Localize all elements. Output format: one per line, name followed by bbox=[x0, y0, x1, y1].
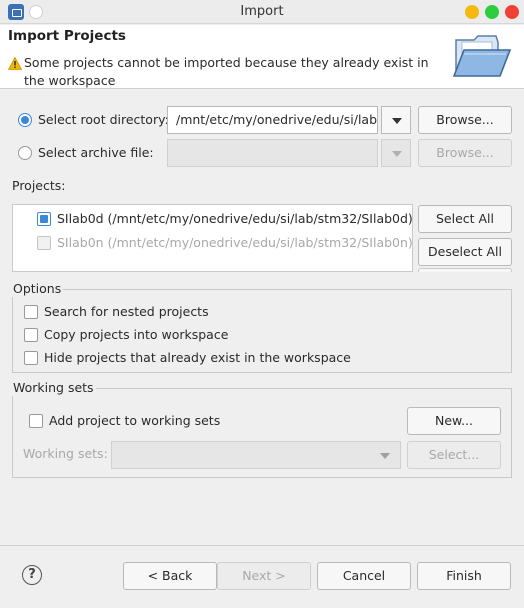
projects-list[interactable]: SIlab0d (/mnt/etc/my/onedrive/edu/si/lab… bbox=[12, 204, 413, 272]
archive-file-input[interactable] bbox=[167, 139, 378, 167]
window-title: Import bbox=[240, 4, 284, 19]
projects-label: Projects: bbox=[12, 178, 66, 193]
browse-root-button[interactable]: Browse... bbox=[418, 106, 512, 134]
add-to-working-sets-label[interactable]: Add project to working sets bbox=[49, 412, 220, 430]
warning-icon bbox=[8, 57, 22, 70]
working-sets-title: Working sets bbox=[11, 380, 96, 396]
root-directory-input[interactable]: /mnt/etc/my/onedrive/edu/si/lab bbox=[167, 106, 378, 134]
finish-button[interactable]: Finish bbox=[417, 562, 511, 590]
hide-existing-label[interactable]: Hide projects that already exist in the … bbox=[44, 349, 351, 367]
copy-into-workspace-label[interactable]: Copy projects into workspace bbox=[44, 326, 228, 344]
chevron-down-icon bbox=[380, 453, 390, 459]
root-directory-dropdown[interactable] bbox=[381, 106, 411, 134]
back-button[interactable]: < Back bbox=[123, 562, 217, 590]
options-title: Options bbox=[11, 281, 64, 297]
chevron-down-icon bbox=[392, 118, 402, 124]
list-item[interactable]: SIlab0d (/mnt/etc/my/onedrive/edu/si/lab… bbox=[57, 210, 412, 228]
copy-into-workspace-checkbox[interactable] bbox=[24, 328, 38, 342]
root-directory-radio[interactable] bbox=[18, 113, 32, 127]
select-working-sets-button[interactable]: Select... bbox=[407, 441, 501, 469]
hide-existing-checkbox[interactable] bbox=[24, 351, 38, 365]
list-item[interactable]: SIlab0n (/mnt/etc/my/onedrive/edu/si/lab… bbox=[57, 234, 412, 252]
list-button-edge bbox=[418, 268, 512, 272]
working-sets-field-label: Working sets: bbox=[23, 446, 108, 461]
page-title: Import Projects bbox=[8, 28, 126, 44]
root-directory-label: Select root directory: bbox=[38, 112, 169, 127]
add-to-working-sets-checkbox[interactable] bbox=[29, 414, 43, 428]
archive-file-dropdown[interactable] bbox=[381, 139, 411, 167]
project-checkbox[interactable] bbox=[37, 212, 51, 226]
select-all-button[interactable]: Select All bbox=[418, 205, 512, 233]
archive-file-radio[interactable] bbox=[18, 146, 32, 160]
header-message: Some projects cannot be imported because… bbox=[24, 55, 429, 88]
footer-divider bbox=[0, 545, 524, 546]
next-button[interactable]: Next > bbox=[217, 562, 311, 590]
deselect-all-button[interactable]: Deselect All bbox=[418, 238, 512, 266]
folder-icon bbox=[452, 35, 512, 77]
project-checkbox[interactable] bbox=[37, 236, 51, 250]
new-working-set-button[interactable]: New... bbox=[407, 407, 501, 435]
browse-archive-button[interactable]: Browse... bbox=[418, 139, 512, 167]
cancel-button[interactable]: Cancel bbox=[317, 562, 411, 590]
search-nested-label[interactable]: Search for nested projects bbox=[44, 303, 209, 321]
working-sets-select[interactable] bbox=[111, 441, 401, 469]
maximize-button[interactable] bbox=[485, 5, 499, 19]
archive-file-label: Select archive file: bbox=[38, 145, 154, 160]
help-icon[interactable]: ? bbox=[22, 565, 42, 585]
close-button[interactable] bbox=[505, 5, 519, 19]
chevron-down-icon bbox=[392, 151, 402, 157]
search-nested-checkbox[interactable] bbox=[24, 305, 38, 319]
minimize-button[interactable] bbox=[465, 5, 479, 19]
